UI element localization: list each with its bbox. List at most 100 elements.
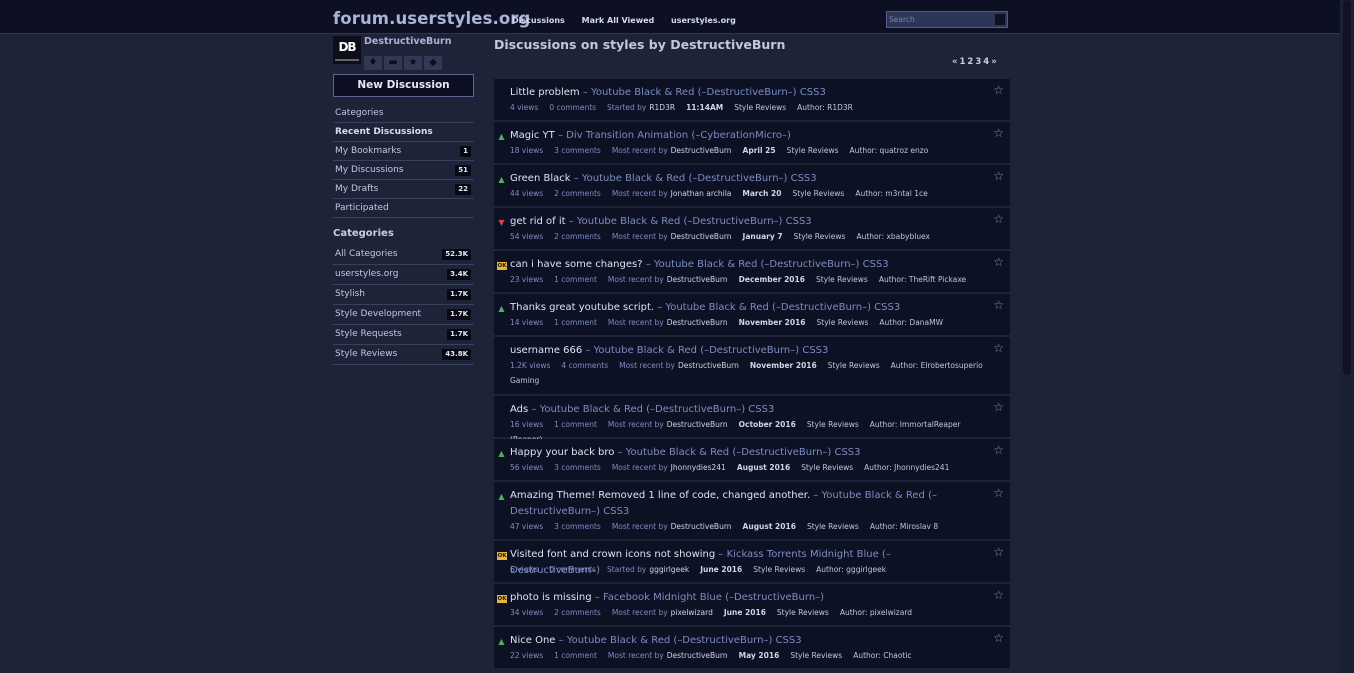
style-author[interactable]: Author: R1D3R xyxy=(797,103,853,112)
discussion-row[interactable]: ▲ Nice One – Youtube Black & Red (–Destru… xyxy=(494,627,1010,670)
menu-my-drafts[interactable]: My Drafts 22 xyxy=(333,180,474,199)
nav-mark-all-viewed[interactable]: Mark All Viewed xyxy=(582,16,655,25)
discussion-title-text[interactable]: Happy your back bro xyxy=(510,447,614,458)
style-author[interactable]: Author: Jhonnydies241 xyxy=(864,463,949,472)
user-link[interactable]: DestructiveBurn xyxy=(671,522,732,531)
bookmark-star-icon[interactable]: ☆ xyxy=(993,486,1004,500)
discussion-row[interactable]: ▲ Amazing Theme! Removed 1 line of code, … xyxy=(494,482,1010,541)
menu-recent-discussions[interactable]: Recent Discussions xyxy=(333,123,474,142)
bookmark-star-icon[interactable]: ☆ xyxy=(993,545,1004,559)
user-link[interactable]: Jonathan archila xyxy=(671,189,732,198)
comments-count[interactable]: 4 comments xyxy=(561,361,608,370)
style-link[interactable]: Youtube Black & Red (–DestructiveBurn–) … xyxy=(626,447,861,458)
discussion-title-text[interactable]: Little problem xyxy=(510,87,580,98)
search-button[interactable] xyxy=(995,14,1005,25)
user-link[interactable]: DestructiveBurn xyxy=(671,232,732,241)
category-link[interactable]: Style Reviews xyxy=(753,565,805,574)
style-author[interactable]: Author: quatroz enzo xyxy=(850,146,929,155)
discussion-title[interactable]: Nice One – Youtube Black & Red (–Destruc… xyxy=(510,633,980,649)
star-badge-icon[interactable]: ★ xyxy=(404,56,422,70)
comments-count[interactable]: 2 comments xyxy=(554,232,601,241)
pager-page-2[interactable]: 2 xyxy=(967,57,973,67)
comments-count[interactable]: 2 comments xyxy=(554,608,601,617)
style-link[interactable]: Youtube Black & Red (–DestructiveBurn–) … xyxy=(591,87,826,98)
discussion-title[interactable]: Little problem – Youtube Black & Red (–D… xyxy=(510,85,980,101)
scrollbar[interactable] xyxy=(1340,0,1354,673)
user-link[interactable]: Jhonnydies241 xyxy=(671,463,726,472)
category-link[interactable]: Style Reviews xyxy=(777,608,829,617)
user-link[interactable]: DestructiveBurn xyxy=(667,420,728,429)
nav-userstyles[interactable]: userstyles.org xyxy=(671,16,736,25)
category-link[interactable]: Style Reviews xyxy=(828,361,880,370)
comments-count[interactable]: 0 comments xyxy=(549,565,596,574)
discussion-title[interactable]: can i have some changes? – Youtube Black… xyxy=(510,257,980,273)
discussion-row[interactable]: username 666 – Youtube Black & Red (–Des… xyxy=(494,337,1010,396)
new-discussion-button[interactable]: New Discussion xyxy=(333,74,474,97)
discussion-title-text[interactable]: Nice One xyxy=(510,635,555,646)
discussion-title[interactable]: username 666 – Youtube Black & Red (–Des… xyxy=(510,343,980,359)
category-link[interactable]: Style Reviews xyxy=(801,463,853,472)
discussion-row[interactable]: ▲ Happy your back bro – Youtube Black & R… xyxy=(494,439,1010,482)
bookmark-star-icon[interactable]: ☆ xyxy=(993,631,1004,645)
style-author[interactable]: Author: gggirlgeek xyxy=(816,565,886,574)
badge-icon[interactable]: ▬ xyxy=(384,56,402,70)
discussion-title[interactable]: Green Black – Youtube Black & Red (–Dest… xyxy=(510,171,980,187)
user-link[interactable]: DestructiveBurn xyxy=(671,146,732,155)
category-link[interactable]: Style Reviews xyxy=(817,318,869,327)
user-link[interactable]: DestructiveBurn xyxy=(667,651,728,660)
category-stylish[interactable]: Stylish 1.7K xyxy=(333,285,474,305)
pager-prev[interactable]: « xyxy=(952,57,958,67)
user-link[interactable]: gggirlgeek xyxy=(649,565,689,574)
category-style-reviews[interactable]: Style Reviews 43.8K xyxy=(333,345,474,365)
style-link[interactable]: Youtube Black & Red (–DestructiveBurn–) … xyxy=(567,635,802,646)
discussion-title-text[interactable]: Green Black xyxy=(510,173,571,184)
scrollbar-thumb[interactable] xyxy=(1343,0,1351,375)
bookmark-star-icon[interactable]: ☆ xyxy=(993,588,1004,602)
discussion-row[interactable]: ▲ Magic YT – Div Transition Animation (–C… xyxy=(494,122,1010,165)
discussion-title-text[interactable]: photo is missing xyxy=(510,592,592,603)
discussion-title[interactable]: Ads – Youtube Black & Red (–DestructiveB… xyxy=(510,402,980,418)
discussion-title[interactable]: photo is missing – Facebook Midnight Blu… xyxy=(510,590,980,606)
user-link[interactable]: DestructiveBurn xyxy=(678,361,739,370)
category-link[interactable]: Style Reviews xyxy=(807,420,859,429)
username[interactable]: DestructiveBurn xyxy=(364,36,452,47)
bookmark-star-icon[interactable]: ☆ xyxy=(993,443,1004,457)
discussion-row[interactable]: ▲ Thanks great youtube script. – Youtube … xyxy=(494,294,1010,337)
style-link[interactable]: Youtube Black & Red (–DestructiveBurn–) … xyxy=(594,345,829,356)
comments-count[interactable]: 3 comments xyxy=(554,522,601,531)
comments-count[interactable]: 3 comments xyxy=(554,146,601,155)
bookmark-star-icon[interactable]: ☆ xyxy=(993,83,1004,97)
discussion-title-text[interactable]: Thanks great youtube script. xyxy=(510,302,654,313)
style-author[interactable]: Author: DanaMW xyxy=(879,318,943,327)
style-link[interactable]: Youtube Black & Red (–DestructiveBurn–) … xyxy=(665,302,900,313)
pager-page-3[interactable]: 3 xyxy=(975,57,981,67)
discussion-row[interactable]: OK can i have some changes? – Youtube Bla… xyxy=(494,251,1010,294)
style-link[interactable]: Facebook Midnight Blue (–DestructiveBurn… xyxy=(603,592,824,603)
bookmark-star-icon[interactable]: ☆ xyxy=(993,255,1004,269)
style-author[interactable]: Author: pixelwizard xyxy=(840,608,912,617)
bookmark-star-icon[interactable]: ☆ xyxy=(993,212,1004,226)
style-author[interactable]: Author: TheRift Pickaxe xyxy=(879,275,966,284)
discussion-title[interactable]: Thanks great youtube script. – Youtube B… xyxy=(510,300,980,316)
pager-page-1[interactable]: 1 xyxy=(960,57,966,67)
style-link[interactable]: Youtube Black & Red (–DestructiveBurn–) … xyxy=(540,404,775,415)
discussion-row[interactable]: ▲ Green Black – Youtube Black & Red (–Des… xyxy=(494,165,1010,208)
comments-count[interactable]: 3 comments xyxy=(554,463,601,472)
nav-discussions[interactable]: Discussions xyxy=(512,16,565,25)
discussion-row[interactable]: Little problem – Youtube Black & Red (–D… xyxy=(494,79,1010,122)
pager-page-4[interactable]: 4 xyxy=(983,57,989,67)
style-link[interactable]: Youtube Black & Red (–DestructiveBurn–) … xyxy=(654,259,889,270)
bookmark-star-icon[interactable]: ☆ xyxy=(993,341,1004,355)
search-input[interactable] xyxy=(889,13,989,26)
menu-categories[interactable]: Categories xyxy=(333,104,474,123)
category-link[interactable]: Style Reviews xyxy=(794,232,846,241)
discussion-title-text[interactable]: username 666 xyxy=(510,345,582,356)
discussion-title[interactable]: get rid of it – Youtube Black & Red (–De… xyxy=(510,214,980,230)
category-userstyles[interactable]: userstyles.org 3.4K xyxy=(333,265,474,285)
discussion-row[interactable]: ▼ get rid of it – Youtube Black & Red (–D… xyxy=(494,208,1010,251)
category-style-requests[interactable]: Style Requests 1.7K xyxy=(333,325,474,345)
discussion-row[interactable]: Ads – Youtube Black & Red (–DestructiveB… xyxy=(494,396,1010,444)
comments-count[interactable]: 1 comment xyxy=(554,275,597,284)
discussion-title-text[interactable]: Amazing Theme! Removed 1 line of code, c… xyxy=(510,490,810,501)
category-link[interactable]: Style Reviews xyxy=(807,522,859,531)
